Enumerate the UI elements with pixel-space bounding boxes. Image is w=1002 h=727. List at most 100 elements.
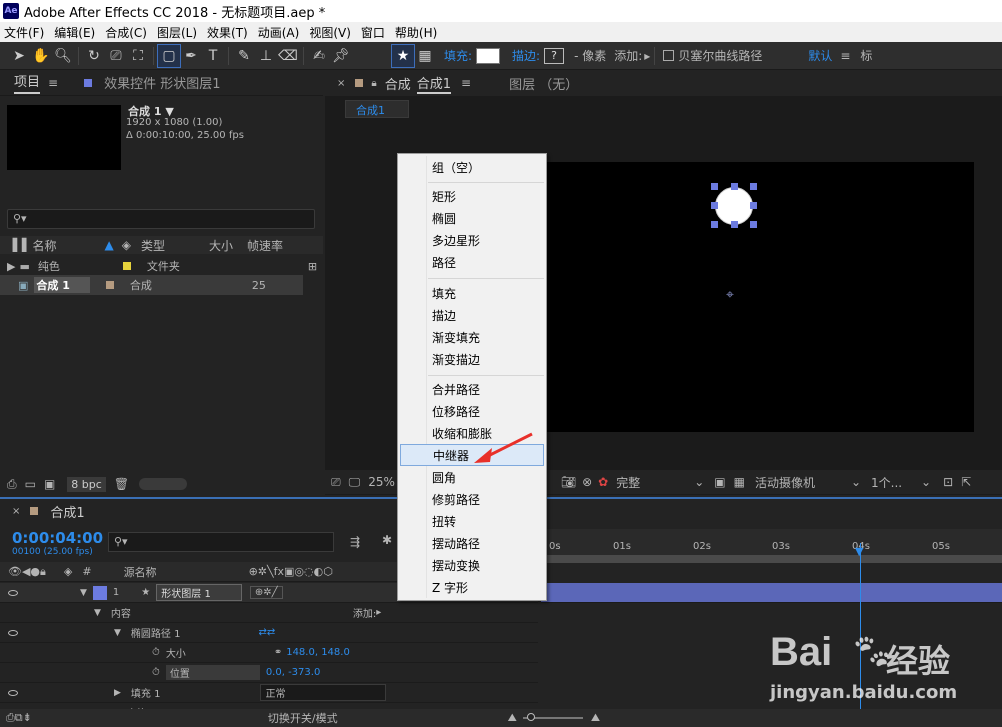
- show-snapshot-icon[interactable]: ⊗: [582, 475, 592, 489]
- timecode[interactable]: 0:00:04:00: [12, 529, 103, 547]
- expand-icon[interactable]: ▼: [94, 608, 101, 618]
- position-row[interactable]: ⏱︎ 位置 0.0, -373.0: [0, 663, 538, 683]
- dropdown-arrow-icon[interactable]: ⌄: [694, 475, 704, 489]
- region-icon[interactable]: ▣: [714, 475, 725, 489]
- handle-ml[interactable]: [711, 202, 718, 209]
- zoom-slider[interactable]: [522, 713, 583, 721]
- handle-tc[interactable]: [731, 183, 738, 190]
- zoom-in-icon[interactable]: ⛰: [591, 711, 600, 725]
- quality-dropdown[interactable]: 完整: [616, 474, 694, 491]
- pan-behind-tool-icon[interactable]: ⛶: [127, 45, 149, 67]
- close-tab-icon[interactable]: ×: [12, 506, 20, 517]
- views-dropdown[interactable]: 1个...: [871, 474, 921, 491]
- col-source-name[interactable]: 源名称: [124, 564, 157, 580]
- menu-item-wiggle-paths[interactable]: 摆动路径: [398, 532, 546, 554]
- project-tab-menu-icon[interactable]: ≡: [48, 76, 58, 90]
- star-option-icon[interactable]: ★: [391, 43, 415, 68]
- menu-effect[interactable]: 效果(T): [207, 24, 248, 41]
- trash-icon[interactable]: 🗑︎: [114, 477, 129, 491]
- anchor-point-icon[interactable]: ⌖: [726, 288, 740, 302]
- clone-stamp-tool-icon[interactable]: ⊥: [255, 45, 277, 67]
- layer-track-bar[interactable]: [541, 583, 1002, 603]
- add-arrow-icon[interactable]: ▸: [376, 607, 381, 618]
- link-icon[interactable]: ⚭: [274, 647, 282, 658]
- folder-expand-icon[interactable]: ▶: [7, 260, 15, 273]
- handle-br[interactable]: [750, 221, 757, 228]
- size-value[interactable]: 148.0, 148.0: [286, 647, 350, 658]
- menu-view[interactable]: 视图(V): [309, 24, 351, 41]
- layer-label-swatch[interactable]: [92, 585, 107, 600]
- menu-layer[interactable]: 图层(L): [157, 24, 197, 41]
- zoom-dropdown[interactable]: 25%: [368, 475, 395, 489]
- tab-composition[interactable]: 合成: [385, 74, 411, 93]
- menu-item-path[interactable]: 路径: [398, 251, 546, 273]
- workspace-menu-icon[interactable]: ≡: [840, 49, 850, 63]
- menu-item-gradient-stroke[interactable]: 渐变描边: [398, 348, 546, 370]
- new-comp-icon[interactable]: ▣: [44, 477, 55, 491]
- add-arrow-icon[interactable]: ▸: [644, 49, 650, 63]
- menu-item-zigzag[interactable]: Z 字形: [398, 576, 546, 598]
- camera-tool-icon[interactable]: ⎚: [105, 45, 127, 67]
- visibility-eye-icon[interactable]: [8, 629, 18, 636]
- menu-item-merge-paths[interactable]: 合并路径: [398, 378, 546, 400]
- type-tool-icon[interactable]: T: [202, 45, 224, 67]
- new-folder-icon[interactable]: ▭: [25, 477, 36, 491]
- workspace-standard[interactable]: 标: [860, 47, 872, 64]
- menu-file[interactable]: 文件(F): [4, 24, 44, 41]
- workspace-default[interactable]: 默认: [808, 47, 832, 64]
- fast-preview-icon[interactable]: ⊡: [943, 475, 953, 489]
- stopwatch-icon[interactable]: ⏱︎: [152, 647, 160, 658]
- col-fps[interactable]: 帧速率: [247, 237, 283, 254]
- sort-arrow-icon[interactable]: ▲: [104, 238, 113, 252]
- menu-item-gradient-fill[interactable]: 渐变填充: [398, 326, 546, 348]
- col-name[interactable]: 名称: [32, 237, 56, 254]
- menu-item-fill[interactable]: 填充: [398, 282, 546, 304]
- stroke-swatch[interactable]: ?: [544, 47, 565, 64]
- menu-help[interactable]: 帮助(H): [395, 24, 437, 41]
- size-row[interactable]: ⏱︎ 大小 ⚭ 148.0, 148.0: [0, 643, 538, 663]
- stopwatch-icon[interactable]: ⏱︎: [152, 667, 160, 678]
- camera-dropdown[interactable]: 活动摄像机: [755, 474, 851, 491]
- menu-item-wiggle-transform[interactable]: 摆动变换: [398, 554, 546, 576]
- blend-mode-dropdown[interactable]: 正常: [260, 684, 387, 701]
- tab-effect-controls[interactable]: 效果控件 形状图层1: [104, 73, 220, 92]
- rotate-tool-icon[interactable]: ↻: [83, 45, 105, 67]
- transparency-grid-icon[interactable]: ▦: [734, 475, 745, 489]
- handle-mr[interactable]: [750, 202, 757, 209]
- menu-item-trim-paths[interactable]: 修剪路径: [398, 488, 546, 510]
- draft-3d-icon[interactable]: ✱: [382, 533, 392, 547]
- comp-canvas[interactable]: ⌖: [490, 162, 974, 432]
- puppet-pin-tool-icon[interactable]: 📌︎: [330, 45, 352, 67]
- tab-composition-name[interactable]: 合成1: [416, 73, 452, 94]
- menu-item-offset-paths[interactable]: 位移路径: [398, 400, 546, 422]
- roto-brush-tool-icon[interactable]: ✍: [308, 45, 330, 67]
- toggle-icon[interactable]: ⎙⧉⇟: [6, 711, 32, 725]
- visibility-eye-icon[interactable]: [8, 589, 18, 596]
- project-row-folder[interactable]: ▶ ▬ 纯色 文件夹 ⊞: [0, 256, 323, 276]
- layer-switches[interactable]: ⊕✲╱: [249, 586, 283, 599]
- project-scrollbar[interactable]: [139, 478, 188, 490]
- expand-icon[interactable]: ▼: [114, 628, 121, 638]
- expand-icon[interactable]: ▶: [114, 688, 121, 698]
- rectangle-tool-icon[interactable]: ▢: [157, 43, 181, 68]
- fill-swatch[interactable]: [476, 47, 501, 64]
- eraser-tool-icon[interactable]: ⌫: [277, 45, 299, 67]
- comp-subtab[interactable]: 合成1: [345, 100, 409, 118]
- menu-item-stroke[interactable]: 描边: [398, 304, 546, 326]
- layer-name[interactable]: 形状图层 1: [156, 584, 242, 601]
- position-value[interactable]: 0.0, -373.0: [266, 667, 321, 678]
- checker-icon[interactable]: ▦: [414, 45, 436, 67]
- fill-row[interactable]: ▶ 填充 1 正常: [0, 683, 538, 703]
- menu-animation[interactable]: 动画(A): [258, 24, 300, 41]
- menu-edit[interactable]: 编辑(E): [54, 24, 95, 41]
- composition-flowchart-icon[interactable]: ⇶: [350, 535, 360, 549]
- ellipse-shape[interactable]: [715, 187, 753, 225]
- flowchart-icon[interactable]: ⊞: [308, 260, 317, 273]
- pen-tool-icon[interactable]: ✒: [180, 45, 202, 67]
- bpc-button[interactable]: 8 bpc: [67, 476, 106, 492]
- tab-project[interactable]: 项目: [14, 71, 41, 94]
- project-row-comp[interactable]: ▣ 合成 1 合成 25: [0, 275, 303, 295]
- menu-composition[interactable]: 合成(C): [105, 24, 147, 41]
- menu-item-round-corners[interactable]: 圆角: [398, 466, 546, 488]
- handle-bc[interactable]: [731, 221, 738, 228]
